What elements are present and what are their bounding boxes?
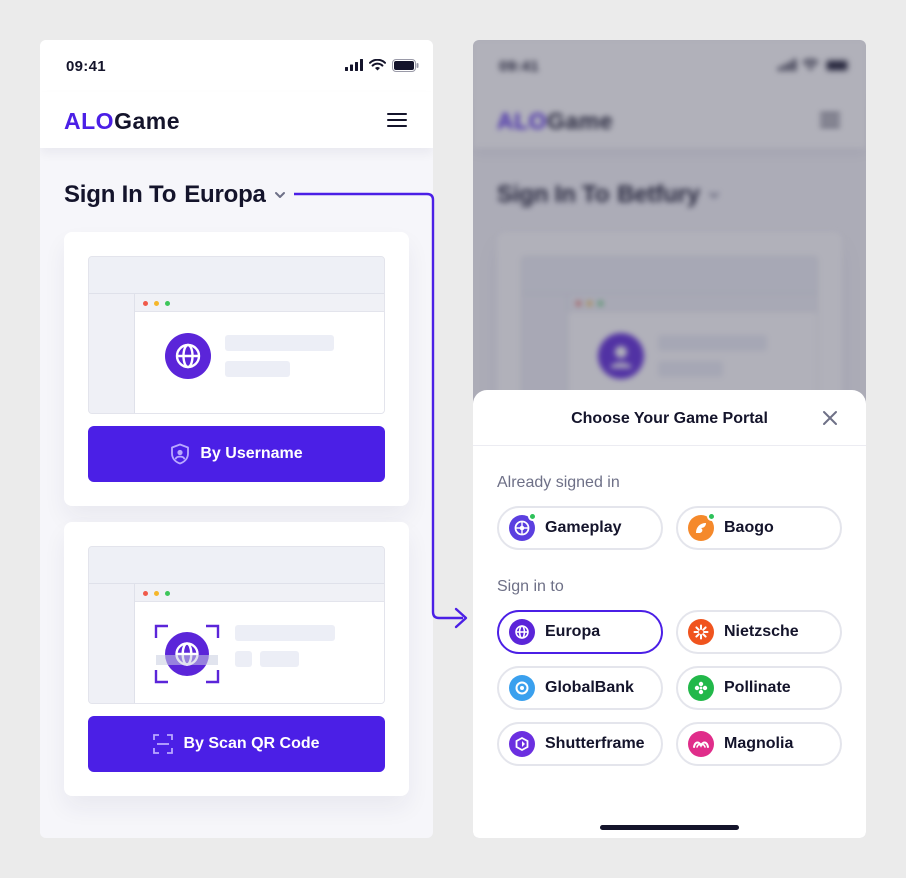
portal-name: Magnolia bbox=[724, 735, 794, 752]
choose-portal-sheet: Choose Your Game Portal Already signed i… bbox=[473, 390, 866, 838]
hamburger-menu-icon[interactable] bbox=[387, 112, 407, 128]
username-login-card: By Username bbox=[64, 232, 409, 506]
logo-part-game: Game bbox=[114, 108, 180, 134]
portal-option-magnolia[interactable]: Magnolia bbox=[676, 722, 842, 766]
online-indicator bbox=[528, 512, 537, 521]
home-indicator bbox=[600, 825, 739, 830]
portal-option-gameplay[interactable]: Gameplay bbox=[497, 506, 663, 550]
portal-option-europa[interactable]: Europa bbox=[497, 610, 663, 654]
pollinate-icon bbox=[688, 675, 714, 701]
portal-name: Gameplay bbox=[545, 519, 622, 536]
status-time: 09:41 bbox=[66, 58, 106, 75]
wifi-icon bbox=[369, 59, 386, 71]
nietzsche-icon bbox=[688, 619, 714, 645]
scan-icon bbox=[153, 734, 174, 754]
battery-icon bbox=[392, 58, 419, 72]
alogame-logo[interactable]: ALOGame bbox=[64, 108, 180, 135]
sheet-divider bbox=[473, 445, 866, 446]
globe-icon bbox=[509, 619, 535, 645]
selected-portal-name: Europa bbox=[184, 181, 266, 208]
qr-login-card: By Scan QR Code bbox=[64, 522, 409, 796]
portal-name: Shutterframe bbox=[545, 735, 645, 752]
portal-name: GlobalBank bbox=[545, 679, 634, 696]
baogo-icon bbox=[688, 512, 716, 541]
close-icon[interactable] bbox=[822, 410, 838, 426]
username-illustration bbox=[88, 256, 385, 414]
portal-name: Europa bbox=[545, 623, 601, 640]
online-indicator bbox=[707, 512, 716, 521]
portal-option-pollinate[interactable]: Pollinate bbox=[676, 666, 842, 710]
globe-icon bbox=[165, 333, 211, 379]
gameplay-icon bbox=[509, 512, 537, 541]
magnolia-icon bbox=[688, 731, 714, 757]
sheet-title: Choose Your Game Portal bbox=[571, 410, 768, 427]
signin-prefix: Sign In To bbox=[64, 181, 177, 208]
portal-option-nietzsche[interactable]: Nietzsche bbox=[676, 610, 842, 654]
by-username-button[interactable]: By Username bbox=[88, 426, 385, 482]
portal-option-globalbank[interactable]: GlobalBank bbox=[497, 666, 663, 710]
globalbank-icon bbox=[509, 675, 535, 701]
by-username-label: By Username bbox=[200, 445, 303, 462]
right-phone-screen: 09:41 ALOGame Sign In To Betfury Choose … bbox=[473, 40, 866, 838]
sign-in-to-label: Sign in to bbox=[497, 578, 564, 595]
app-header: ALOGame bbox=[40, 92, 433, 148]
logo-part-alo: ALO bbox=[64, 108, 115, 134]
chevron-down-icon bbox=[274, 192, 285, 198]
status-icons bbox=[345, 58, 419, 72]
signal-icon bbox=[345, 59, 363, 71]
portal-selector[interactable]: Sign In To Europa bbox=[64, 181, 286, 209]
shield-user-icon bbox=[171, 443, 190, 465]
portal-option-shutterframe[interactable]: Shutterframe bbox=[497, 722, 663, 766]
status-bar: 09:41 bbox=[40, 40, 433, 92]
qr-scan-frame-icon bbox=[154, 624, 220, 684]
qr-illustration bbox=[88, 546, 385, 704]
shutterframe-icon bbox=[509, 731, 535, 757]
by-scan-qr-label: By Scan QR Code bbox=[183, 735, 320, 752]
by-scan-qr-button[interactable]: By Scan QR Code bbox=[88, 716, 385, 772]
portal-name: Pollinate bbox=[724, 679, 791, 696]
portal-name: Nietzsche bbox=[724, 623, 799, 640]
portal-option-baogo[interactable]: Baogo bbox=[676, 506, 842, 550]
already-signed-label: Already signed in bbox=[497, 474, 620, 491]
portal-name: Baogo bbox=[724, 519, 774, 536]
left-phone-screen: 09:41 ALOGame Sign In To Europa By Usern… bbox=[40, 40, 433, 838]
